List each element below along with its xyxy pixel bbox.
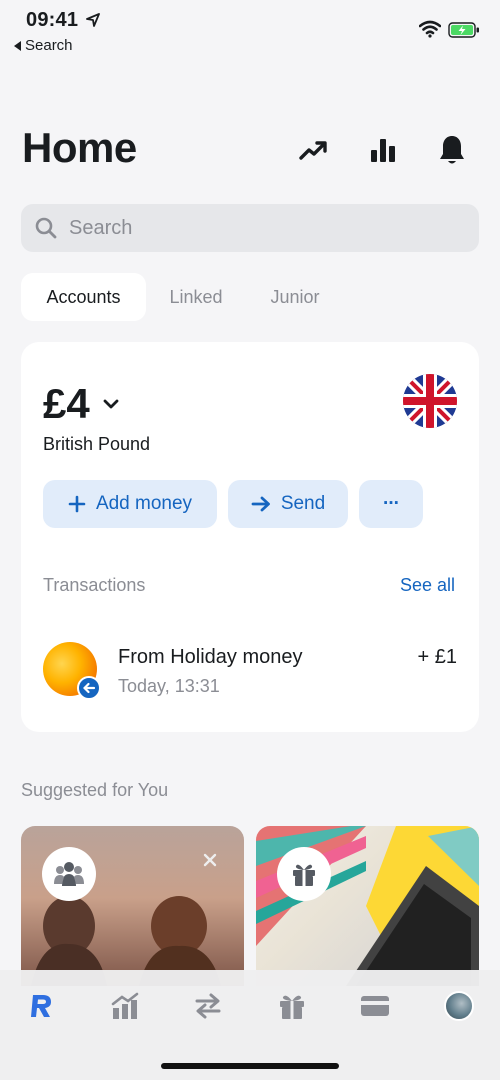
back-triangle-icon — [14, 40, 21, 51]
see-all-link[interactable]: See all — [400, 575, 455, 596]
transaction-amount: + £1 — [417, 646, 457, 668]
tab-profile[interactable] — [439, 986, 479, 1026]
incoming-arrow-icon — [77, 676, 101, 700]
suggestion-card-group[interactable] — [21, 826, 244, 986]
tab-home[interactable] — [21, 986, 61, 1026]
back-link-label: Search — [25, 37, 73, 54]
location-arrow-icon — [86, 13, 100, 27]
suggested-label: Suggested for You — [21, 780, 169, 800]
balance-amount: £4 — [43, 380, 90, 427]
tab-payments[interactable] — [188, 986, 228, 1026]
add-money-button[interactable]: Add money — [43, 480, 217, 528]
transaction-time: Today, 13:31 — [118, 676, 220, 696]
tab-cards[interactable] — [355, 986, 395, 1026]
card-icon — [361, 996, 389, 1016]
gift-icon — [280, 995, 304, 1019]
transfer-icon — [195, 993, 221, 1019]
group-icon — [42, 847, 96, 901]
currency-name: British Pound — [43, 434, 151, 454]
tab-linked[interactable]: Linked — [150, 273, 242, 321]
suggestion-card-gift[interactable] — [256, 826, 479, 986]
transaction-title: From Holiday money — [118, 646, 303, 668]
add-money-label: Add money — [95, 493, 193, 514]
chevron-down-icon — [103, 399, 119, 409]
more-actions-button[interactable]: ··· — [359, 480, 423, 528]
arrow-right-icon — [251, 496, 270, 512]
account-card: £4 British Pound Add money Send ··· Tran… — [21, 342, 479, 732]
back-to-search-link[interactable]: Search — [14, 37, 73, 54]
status-time: 09:41 — [26, 9, 79, 31]
uk-flag-icon — [403, 374, 457, 428]
send-label: Send — [280, 493, 326, 514]
send-button[interactable]: Send — [228, 480, 348, 528]
trending-up-icon[interactable] — [297, 134, 329, 166]
plus-icon — [68, 495, 86, 513]
revolut-r-icon — [31, 995, 51, 1017]
stocks-icon — [111, 992, 139, 1019]
balance-selector[interactable]: £4 — [43, 380, 120, 428]
search-input[interactable] — [69, 216, 449, 240]
bar-chart-icon[interactable] — [367, 134, 399, 166]
transactions-label: Transactions — [43, 575, 146, 595]
close-icon[interactable] — [203, 853, 217, 867]
status-bar: 09:41 Search — [0, 0, 500, 60]
battery-charging-icon — [448, 22, 479, 38]
search-bar[interactable] — [21, 204, 479, 252]
tab-rewards[interactable] — [272, 986, 312, 1026]
tab-accounts[interactable]: Accounts — [21, 273, 146, 321]
page-title: Home — [22, 124, 137, 171]
wifi-icon — [419, 20, 441, 38]
profile-avatar — [444, 991, 474, 1021]
tab-junior[interactable]: Junior — [250, 273, 340, 321]
search-icon — [35, 217, 57, 239]
tab-stocks[interactable] — [105, 986, 145, 1026]
bell-icon[interactable] — [436, 134, 468, 166]
gift-icon — [277, 847, 331, 901]
home-indicator — [161, 1063, 339, 1069]
